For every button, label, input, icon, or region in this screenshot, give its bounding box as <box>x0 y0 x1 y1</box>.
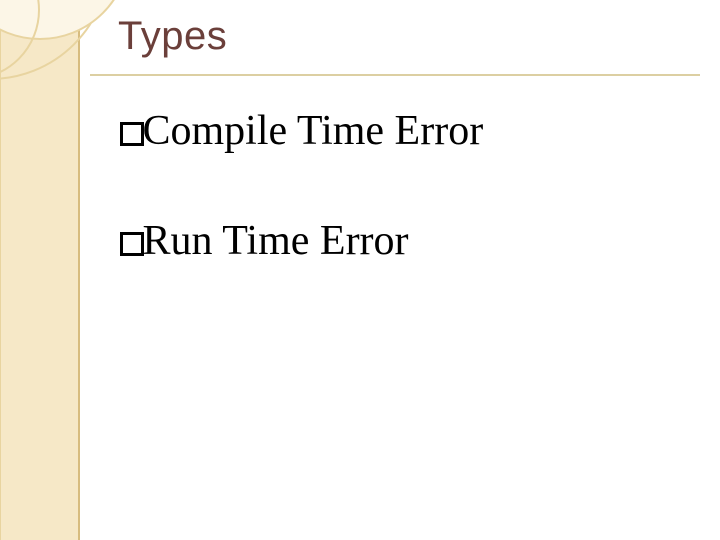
title-underline <box>90 74 700 76</box>
decorative-left-strip <box>0 0 80 540</box>
slide-title: Types <box>118 14 227 59</box>
bullet-text: Run Time Error <box>143 218 409 264</box>
bullet-text: Compile Time Error <box>143 108 484 154</box>
bullet-item: Run Time Error <box>120 220 409 262</box>
bullet-item: Compile Time Error <box>120 110 483 152</box>
